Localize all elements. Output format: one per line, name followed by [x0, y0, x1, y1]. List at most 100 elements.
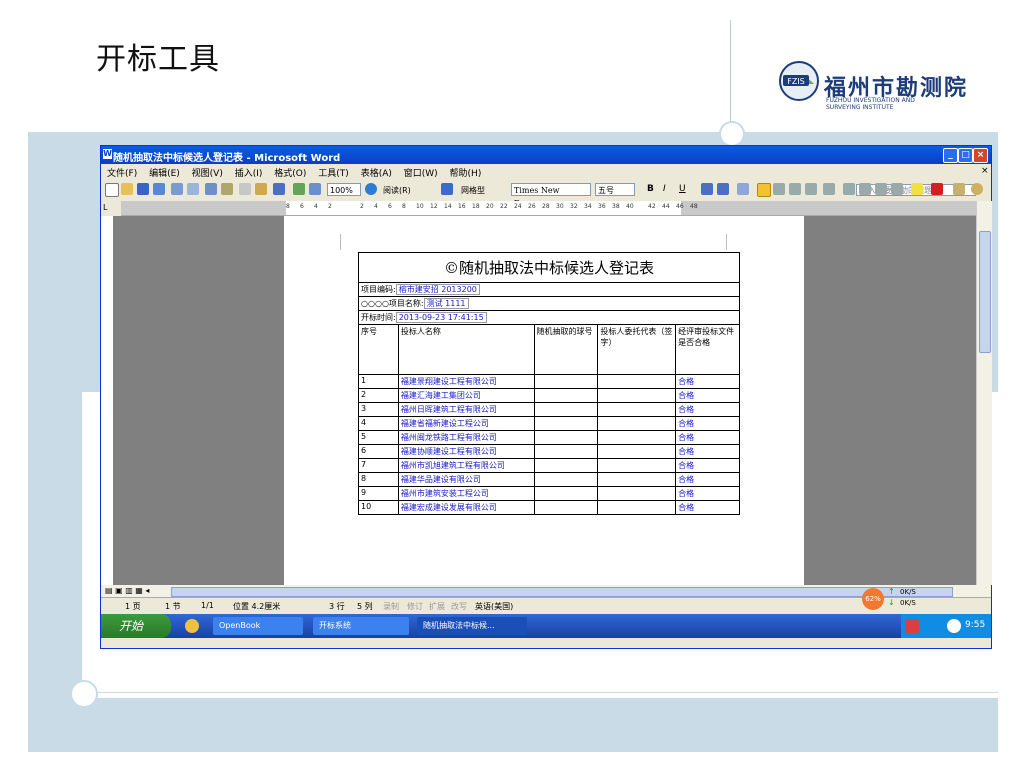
- net-percent: 62%: [862, 588, 884, 610]
- open-time-value[interactable]: 2013-09-23 17:41:15: [395, 312, 487, 323]
- close-icon[interactable]: ×: [973, 148, 988, 163]
- underline-icon[interactable]: U: [679, 184, 686, 194]
- task-bid-system[interactable]: 开标系统: [313, 617, 409, 635]
- ruler-tick: 22: [500, 203, 508, 210]
- permission-icon[interactable]: [153, 183, 165, 195]
- project-name-value[interactable]: 测试 1111: [423, 298, 469, 309]
- download-arrow-icon: ↓: [888, 598, 895, 607]
- page[interactable]: ©随机抽取法中标候选人登记表 项目编码: 榕市建安招 2013200 ○○○○项目…: [284, 216, 804, 585]
- horizontal-ruler[interactable]: 8 6 4 2 2 4 6 8 10 12 14 16 18 20 22 24 …: [121, 201, 976, 216]
- title-bar[interactable]: W 随机抽取法中标候选人登记表 - Microsoft Word _ □ ×: [101, 146, 991, 164]
- status-ext[interactable]: 扩展: [429, 601, 445, 612]
- print-icon[interactable]: [171, 183, 183, 195]
- tables-icon[interactable]: [309, 183, 321, 195]
- align-center-icon[interactable]: [773, 183, 785, 195]
- document-area[interactable]: ©随机抽取法中标候选人登记表 项目编码: 榕市建安招 2013200 ○○○○项目…: [101, 216, 976, 585]
- undo-icon[interactable]: [273, 183, 285, 195]
- spelling-icon[interactable]: [205, 183, 217, 195]
- hscroll-thumb[interactable]: [171, 587, 953, 597]
- row-result: 合格: [675, 402, 740, 417]
- line-spacing-icon[interactable]: [823, 183, 835, 195]
- decor-circle: [719, 121, 745, 147]
- ruler-tick: 30: [556, 203, 564, 210]
- font-select[interactable]: Times New Roman: [511, 183, 591, 208]
- font-size-select[interactable]: 五号: [595, 183, 635, 196]
- logo-badge-text: FZIS: [787, 77, 805, 86]
- hyperlink-icon[interactable]: [293, 183, 305, 195]
- minimize-icon[interactable]: _: [943, 148, 958, 163]
- menu-edit[interactable]: 编辑(E): [149, 169, 180, 179]
- horizontal-scrollbar[interactable]: ▤ ▣ ▥ ▦ ◂: [101, 585, 991, 597]
- char-border-icon[interactable]: [701, 183, 713, 195]
- char-scale-icon[interactable]: [737, 183, 749, 195]
- upload-arrow-icon: ↑: [888, 587, 895, 596]
- status-ovr[interactable]: 改写: [451, 601, 467, 612]
- view-buttons[interactable]: ▤ ▣ ▥ ▦ ◂: [105, 586, 149, 595]
- print-preview-icon[interactable]: [187, 183, 199, 195]
- maximize-icon[interactable]: □: [958, 148, 973, 163]
- decrease-indent-icon[interactable]: [875, 183, 887, 195]
- char-shading-icon[interactable]: [717, 183, 729, 195]
- vertical-scrollbar[interactable]: [976, 201, 992, 585]
- scroll-thumb[interactable]: [979, 231, 991, 353]
- close-doc-icon[interactable]: ×: [981, 166, 989, 176]
- row-no: 8: [358, 472, 399, 487]
- status-trk[interactable]: 修订: [407, 601, 423, 612]
- ruler-tick: 2: [360, 203, 364, 210]
- styles-icon[interactable]: [441, 183, 453, 195]
- style-name[interactable]: 网格型: [461, 185, 485, 196]
- menu-format[interactable]: 格式(O): [274, 169, 306, 179]
- net-speed-widget[interactable]: 62% ↑ ↓ 0K/S 0K/S: [862, 586, 942, 612]
- task-word-doc[interactable]: 随机抽取法中标候...: [417, 617, 527, 635]
- menu-window[interactable]: 窗口(W): [404, 169, 438, 179]
- read-mode-button[interactable]: 阅读(R): [383, 185, 411, 196]
- font-color-icon[interactable]: [931, 183, 943, 195]
- enclose-char-icon[interactable]: [971, 183, 983, 195]
- row-no: 9: [358, 486, 399, 501]
- logo-badge-icon: FZIS: [779, 61, 819, 101]
- zoom-select[interactable]: 100%: [327, 183, 361, 196]
- row-bidder: 福建华品建设有限公司: [397, 472, 535, 487]
- bullets-icon[interactable]: [859, 183, 871, 195]
- tray-volume-icon[interactable]: [947, 619, 961, 633]
- tray-s-icon[interactable]: [905, 619, 919, 633]
- toolbar: 100% 阅读(R) 网格型 Times New Roman 五号 B I U: [101, 181, 991, 208]
- start-button[interactable]: 开始: [101, 614, 171, 638]
- vertical-ruler[interactable]: [101, 216, 113, 585]
- menu-file[interactable]: 文件(F): [107, 169, 137, 179]
- help-icon[interactable]: [365, 183, 377, 195]
- align-left-icon[interactable]: [757, 183, 771, 197]
- increase-indent-icon[interactable]: [891, 183, 903, 195]
- quicklaunch-icon[interactable]: [185, 619, 199, 633]
- menu-tools[interactable]: 工具(T): [318, 169, 349, 179]
- bold-icon[interactable]: B: [647, 184, 654, 194]
- save-icon[interactable]: [137, 183, 149, 195]
- margin-mark: [726, 234, 727, 250]
- tab-selector-icon[interactable]: L: [103, 203, 115, 214]
- ruler-tick: 40: [626, 203, 634, 210]
- status-rec[interactable]: 录制: [383, 601, 399, 612]
- italic-icon[interactable]: I: [663, 184, 666, 194]
- ruler-tick: 32: [570, 203, 578, 210]
- ruler-tick: 14: [444, 203, 452, 210]
- copy-icon[interactable]: [239, 183, 251, 195]
- task-openbook[interactable]: OpenBook: [213, 617, 303, 635]
- menu-insert[interactable]: 插入(I): [235, 169, 263, 179]
- project-code-value[interactable]: 榕市建安招 2013200: [395, 284, 480, 295]
- highlight-icon[interactable]: [911, 183, 923, 195]
- menu-view[interactable]: 视图(V): [192, 169, 223, 179]
- header-bidder: 投标人名称: [397, 324, 535, 375]
- taskbar: 开始 OpenBook 开标系统 随机抽取法中标候... 9:55: [101, 614, 991, 638]
- table-row: 2 福建汇海建工集团公司 合格: [358, 388, 740, 403]
- menu-help[interactable]: 帮助(H): [450, 169, 482, 179]
- new-doc-icon[interactable]: [105, 183, 119, 197]
- numbering-icon[interactable]: [843, 183, 855, 195]
- align-right-icon[interactable]: [789, 183, 801, 195]
- open-icon[interactable]: [121, 183, 133, 195]
- menu-table[interactable]: 表格(A): [361, 169, 392, 179]
- research-icon[interactable]: [221, 183, 233, 195]
- phonetic-icon[interactable]: [953, 183, 965, 195]
- paste-icon[interactable]: [255, 183, 267, 195]
- table-row: 8 福建华品建设有限公司 合格: [358, 472, 740, 487]
- justify-icon[interactable]: [805, 183, 817, 195]
